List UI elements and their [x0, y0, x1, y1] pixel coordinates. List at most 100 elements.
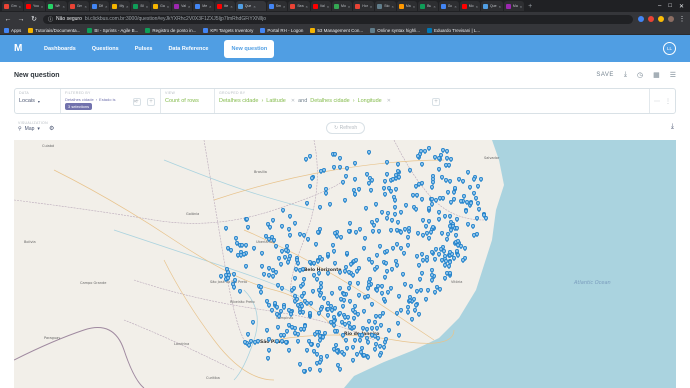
map-pin-marker[interactable] [287, 214, 292, 220]
map-pin-marker[interactable] [471, 223, 476, 229]
map-pin-marker[interactable] [270, 274, 275, 280]
map-pin-marker[interactable] [384, 248, 389, 254]
map-pin-marker[interactable] [373, 347, 378, 353]
map-pin-marker[interactable] [323, 190, 328, 196]
visualization-selector[interactable]: ⚲ Map ▾ [18, 126, 40, 132]
expand-icon[interactable]: ⋮ [665, 98, 671, 105]
map-pin-marker[interactable] [384, 171, 389, 177]
map-pin-marker[interactable] [414, 206, 419, 212]
map-pin-marker[interactable] [380, 210, 385, 216]
map-pin-marker[interactable] [332, 319, 337, 324]
remove-group-icon[interactable]: ✕ [291, 98, 295, 104]
map-pin-marker[interactable] [455, 249, 460, 255]
map-pin-marker[interactable] [384, 337, 389, 343]
map-pin-marker[interactable] [451, 256, 456, 262]
map-pin-marker[interactable] [411, 297, 416, 303]
map-pin-marker[interactable] [363, 295, 368, 301]
map-pin-marker[interactable] [369, 219, 374, 225]
tab-close-icon[interactable]: × [41, 4, 43, 9]
map-pin-marker[interactable] [476, 200, 481, 206]
map-pin-marker[interactable] [292, 294, 297, 300]
map-pin-marker[interactable] [274, 312, 279, 318]
map-pin-marker[interactable] [344, 166, 349, 172]
map-pin-marker[interactable] [341, 303, 346, 309]
browser-tab[interactable]: My × [110, 1, 131, 11]
map-pin-marker[interactable] [419, 270, 424, 276]
map-pin-marker[interactable] [331, 165, 336, 171]
nav-pulses[interactable]: Pulses [135, 46, 153, 52]
map-pin-marker[interactable] [244, 264, 249, 270]
map-pin-marker[interactable] [398, 209, 403, 215]
map-pin-marker[interactable] [443, 258, 448, 264]
browser-tab[interactable]: Ga × [151, 1, 172, 11]
map-pin-marker[interactable] [331, 242, 336, 248]
map-pin-marker[interactable] [350, 358, 355, 364]
map-pin-marker[interactable] [273, 244, 278, 250]
map-pin-marker[interactable] [442, 276, 447, 282]
map-pin-marker[interactable] [343, 337, 348, 343]
refresh-button[interactable]: ↻ Refresh [326, 122, 366, 134]
map-pin-marker[interactable] [373, 201, 378, 207]
map-pin-marker[interactable] [392, 205, 397, 211]
map-pin-marker[interactable] [382, 344, 387, 350]
map-pin-marker[interactable] [389, 227, 394, 233]
map-pin-marker[interactable] [245, 332, 250, 338]
map-pin-marker[interactable] [271, 237, 276, 243]
map-pin-marker[interactable] [318, 368, 323, 374]
map-pin-marker[interactable] [347, 324, 352, 330]
info-icon[interactable]: ⓘ [48, 16, 53, 23]
map-pin-marker[interactable] [383, 275, 388, 281]
map-pin-marker[interactable] [455, 217, 460, 223]
map-pin-marker[interactable] [427, 235, 432, 241]
map-pin-marker[interactable] [255, 339, 260, 345]
map-pin-marker[interactable] [352, 160, 357, 166]
map-pin-marker[interactable] [312, 348, 317, 354]
map-pin-marker[interactable] [346, 228, 351, 234]
map-pin-marker[interactable] [439, 174, 444, 180]
map-pin-marker[interactable] [367, 318, 372, 324]
map-pin-marker[interactable] [479, 176, 484, 182]
map-pin-marker[interactable] [282, 304, 287, 310]
map-pin-marker[interactable] [431, 180, 436, 186]
map-pin-marker[interactable] [234, 236, 238, 242]
menu-kebab-icon[interactable]: ⋮ [678, 15, 686, 23]
map-pin-marker[interactable] [341, 352, 346, 358]
history-icon[interactable]: ◷ [637, 71, 643, 79]
map-pin-marker[interactable] [317, 359, 322, 365]
map-pin-marker[interactable] [424, 258, 429, 264]
map-pin-marker[interactable] [414, 254, 419, 260]
map-pin-marker[interactable] [313, 242, 318, 248]
map-pin-marker[interactable] [374, 341, 379, 347]
bookmark-item[interactable]: 53 Management Con... [310, 27, 363, 33]
map-pin-marker[interactable] [396, 333, 401, 339]
map-pin-marker[interactable] [318, 292, 323, 298]
bookmark-item[interactable]: KPI Targets Inventory [203, 27, 253, 33]
map-pin-marker[interactable] [311, 289, 316, 295]
group-field-1b[interactable]: Latitude [266, 98, 286, 104]
map-pin-marker[interactable] [309, 176, 314, 182]
map-pin-marker[interactable] [356, 312, 361, 318]
browser-tab[interactable]: Gm × [67, 1, 89, 11]
map-pin-marker[interactable] [358, 349, 363, 355]
map-pin-marker[interactable] [440, 148, 445, 154]
map-pin-marker[interactable] [293, 276, 298, 282]
map-pin-marker[interactable] [367, 257, 372, 263]
map-pin-marker[interactable] [379, 322, 384, 328]
map-pin-marker[interactable] [266, 265, 271, 271]
tab-close-icon[interactable]: × [392, 4, 394, 9]
map-pin-marker[interactable] [354, 257, 359, 263]
tab-close-icon[interactable]: × [348, 4, 350, 9]
map-pin-marker[interactable] [332, 314, 337, 320]
map-pin-marker[interactable] [280, 207, 285, 213]
map-pin-marker[interactable] [287, 347, 292, 353]
map-pin-marker[interactable] [454, 233, 459, 239]
bookmark-item[interactable]: Apps [4, 27, 21, 33]
map-pin-marker[interactable] [375, 264, 380, 270]
map-pin-marker[interactable] [307, 259, 312, 265]
map-pin-marker[interactable] [326, 306, 331, 312]
map-pin-marker[interactable] [355, 281, 360, 287]
map-pin-marker[interactable] [286, 308, 291, 314]
map-pin-marker[interactable] [367, 149, 372, 155]
map-pin-marker[interactable] [297, 307, 302, 313]
tab-close-icon[interactable]: × [306, 4, 308, 9]
